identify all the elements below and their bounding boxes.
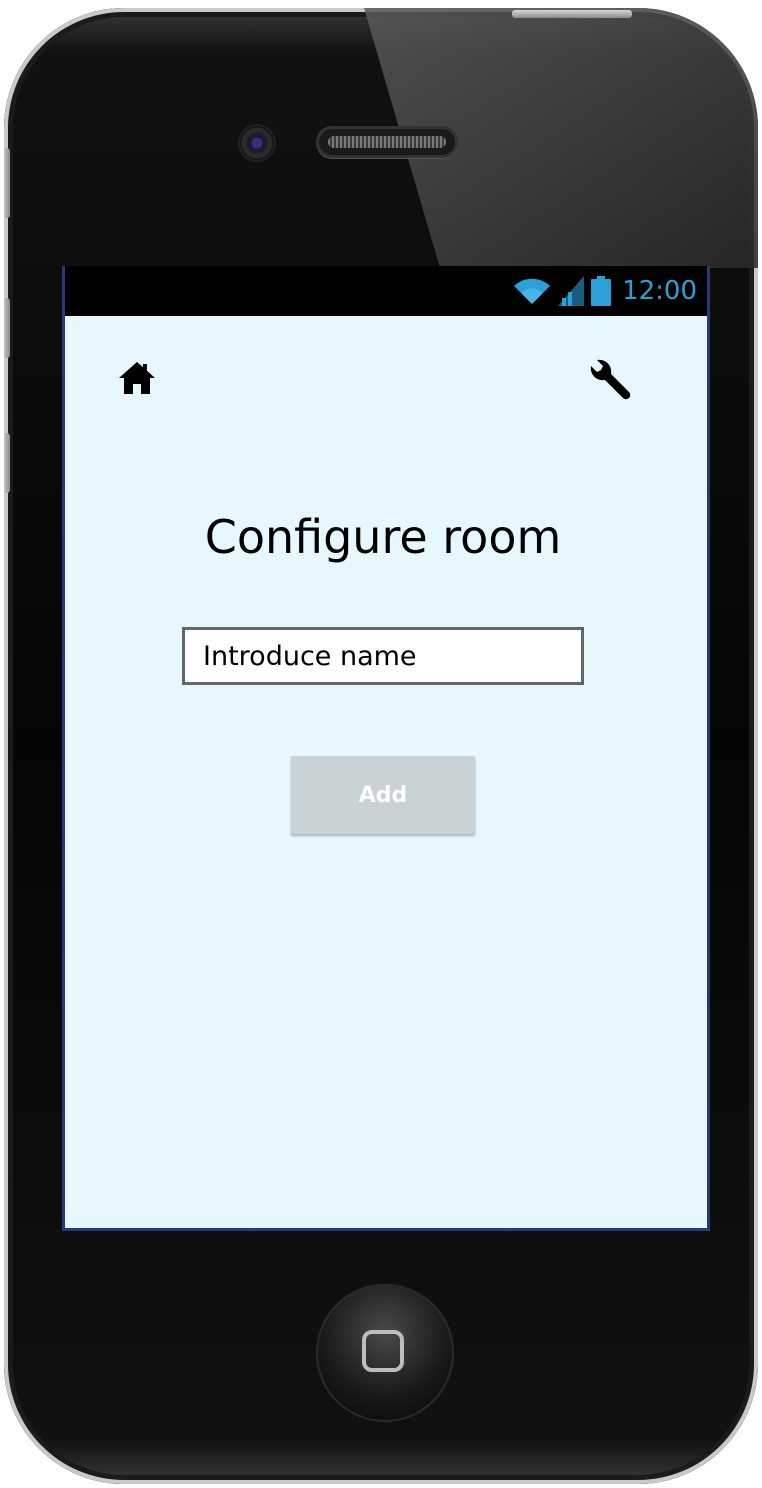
hardware-home-button[interactable] (316, 1284, 454, 1422)
battery-icon (591, 276, 612, 306)
home-button-square-icon (362, 1330, 404, 1372)
wrench-icon[interactable] (585, 354, 633, 402)
front-camera (240, 126, 274, 160)
add-button[interactable]: Add (291, 756, 475, 834)
signal-icon (558, 276, 585, 306)
status-bar: 12:00 (65, 266, 707, 316)
page-title: Configure room (204, 510, 562, 564)
home-icon[interactable] (117, 358, 157, 398)
wifi-icon (514, 278, 551, 304)
volume-up-button (4, 298, 10, 358)
mute-switch (4, 148, 10, 218)
earpiece-speaker (316, 126, 458, 158)
app-screen: 12:00 Configure room Add (62, 266, 710, 1231)
power-button (512, 10, 632, 18)
volume-down-button (4, 433, 10, 493)
status-clock: 12:00 (622, 276, 697, 306)
status-icons: 12:00 (512, 274, 697, 308)
room-name-input[interactable] (182, 627, 584, 685)
phone-device-frame: 12:00 Configure room Add (4, 8, 758, 1484)
